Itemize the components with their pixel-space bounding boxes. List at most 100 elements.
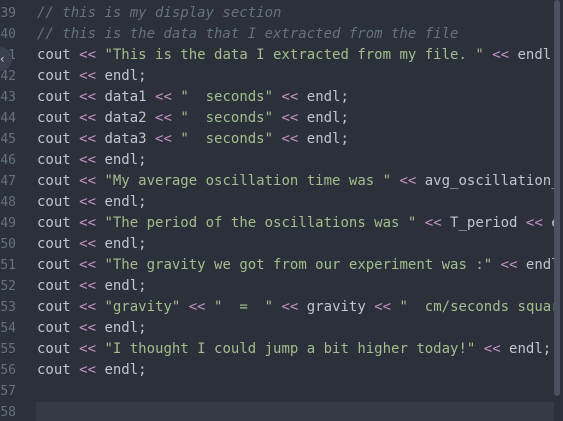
vertical-scrollbar[interactable]: [554, 0, 560, 396]
line-number: 40: [0, 27, 16, 42]
code-token: endl;: [298, 131, 349, 147]
code-token: endl;: [96, 194, 147, 210]
code-token: cout: [37, 89, 80, 105]
code-text[interactable]: cout << "The period of the oscillations …: [37, 213, 560, 234]
code-token: avg_oscillation_: [416, 173, 560, 189]
code-token: gravity: [298, 299, 375, 315]
code-token: "The period of the oscillations was ": [104, 215, 417, 231]
code-token: "The gravity we got from our experiment …: [104, 257, 493, 273]
code-token: <<: [374, 299, 392, 315]
line-number: 52: [0, 279, 16, 294]
code-token: cout: [37, 152, 80, 168]
line-number: 54: [0, 321, 16, 336]
code-token: cout: [37, 68, 80, 84]
code-token: " seconds": [180, 89, 274, 105]
code-token: data3: [96, 131, 156, 147]
code-text[interactable]: cout << data2 << " seconds" << endl;: [37, 108, 349, 129]
code-token: <<: [281, 110, 299, 126]
code-token: cout: [37, 131, 80, 147]
code-text[interactable]: cout << "The gravity we got from our exp…: [37, 255, 560, 276]
code-text[interactable]: cout << "This is the data I extracted fr…: [37, 45, 560, 66]
code-token: " seconds": [180, 131, 274, 147]
code-text[interactable]: cout << data3 << " seconds" << endl;: [37, 129, 349, 150]
code-text[interactable]: cout << endl;: [37, 150, 147, 171]
code-token: <<: [79, 68, 97, 84]
code-token: <<: [188, 299, 206, 315]
code-editor[interactable]: 39 // this is my display section 40 // this…: [0, 0, 563, 421]
code-token: <<: [79, 194, 97, 210]
code-token: "My average oscillation time was ": [104, 173, 392, 189]
code-token: endl;: [500, 341, 552, 357]
code-token: cout: [37, 236, 80, 252]
code-token: <<: [79, 152, 97, 168]
line-number: 46: [0, 153, 16, 168]
code-text[interactable]: cout << endl;: [37, 318, 147, 339]
code-token: <<: [79, 47, 97, 63]
code-token: endl;: [96, 152, 147, 168]
code-text[interactable]: cout << "My average oscillation time was…: [37, 171, 560, 192]
code-token: data1: [96, 89, 156, 105]
code-token: endl;: [96, 362, 147, 378]
code-token: data2: [96, 110, 156, 126]
code-token: "I thought I could jump a bit higher tod…: [104, 341, 476, 357]
code-text[interactable]: cout << endl;: [37, 360, 147, 381]
code-token: cout: [37, 194, 80, 210]
code-token: // this is my display section: [37, 5, 282, 21]
code-token: endl;: [96, 320, 147, 336]
line-number: 48: [0, 195, 16, 210]
code-token: <<: [79, 236, 97, 252]
code-token: <<: [79, 320, 97, 336]
code-token: <<: [79, 89, 97, 105]
code-token: cout: [37, 320, 80, 336]
code-token: " cm/seconds squar: [399, 299, 560, 315]
code-text[interactable]: cout << endl;: [37, 66, 147, 87]
code-token: <<: [79, 215, 97, 231]
code-text[interactable]: cout << "I thought I could jump a bit hi…: [37, 339, 551, 360]
code-token: endl;: [96, 278, 147, 294]
code-token: cout: [37, 341, 80, 357]
code-token: cout: [37, 47, 80, 63]
code-token: // this is the data that I extracted fro…: [37, 26, 459, 42]
code-token: <<: [525, 215, 543, 231]
code-token: <<: [79, 110, 97, 126]
code-token: <<: [155, 131, 172, 147]
code-token: cout: [37, 215, 80, 231]
code-token: cout: [37, 173, 80, 189]
line-number: 56: [0, 363, 16, 378]
code-token: " seconds": [180, 110, 274, 126]
line-number: 39: [0, 6, 16, 21]
code-text[interactable]: // this is the data that I extracted fro…: [37, 24, 458, 45]
code-token: cout: [37, 362, 80, 378]
code-token: "gravity": [104, 299, 181, 315]
code-token: <<: [79, 278, 97, 294]
code-token: "This is the data I extracted from my fi…: [104, 47, 484, 63]
code-text[interactable]: cout << endl;: [37, 192, 147, 213]
code-text[interactable]: // this is my display section: [37, 3, 281, 24]
code-token: <<: [281, 131, 299, 147]
code-token: <<: [79, 341, 97, 357]
current-line-highlight: [36, 402, 554, 421]
line-number: 49: [0, 216, 16, 231]
line-number: 44: [0, 111, 16, 126]
code-token: <<: [79, 362, 97, 378]
code-token: <<: [281, 299, 299, 315]
code-token: <<: [79, 257, 97, 273]
code-token: cout: [37, 278, 80, 294]
code-token: <<: [155, 110, 172, 126]
code-token: endl;: [96, 68, 147, 84]
line-number: 58: [0, 405, 16, 420]
code-text[interactable]: cout << endl;: [37, 234, 147, 255]
code-token: cout: [37, 299, 80, 315]
code-text[interactable]: cout << "gravity" << " = " << gravity <<…: [37, 297, 560, 318]
code-token: <<: [79, 299, 97, 315]
code-token: cout: [37, 110, 80, 126]
code-token: endl;: [509, 47, 560, 63]
code-text[interactable]: cout << data1 << " seconds" << endl;: [37, 87, 349, 108]
code-token: <<: [399, 173, 417, 189]
code-text[interactable]: cout << endl;: [37, 276, 147, 297]
